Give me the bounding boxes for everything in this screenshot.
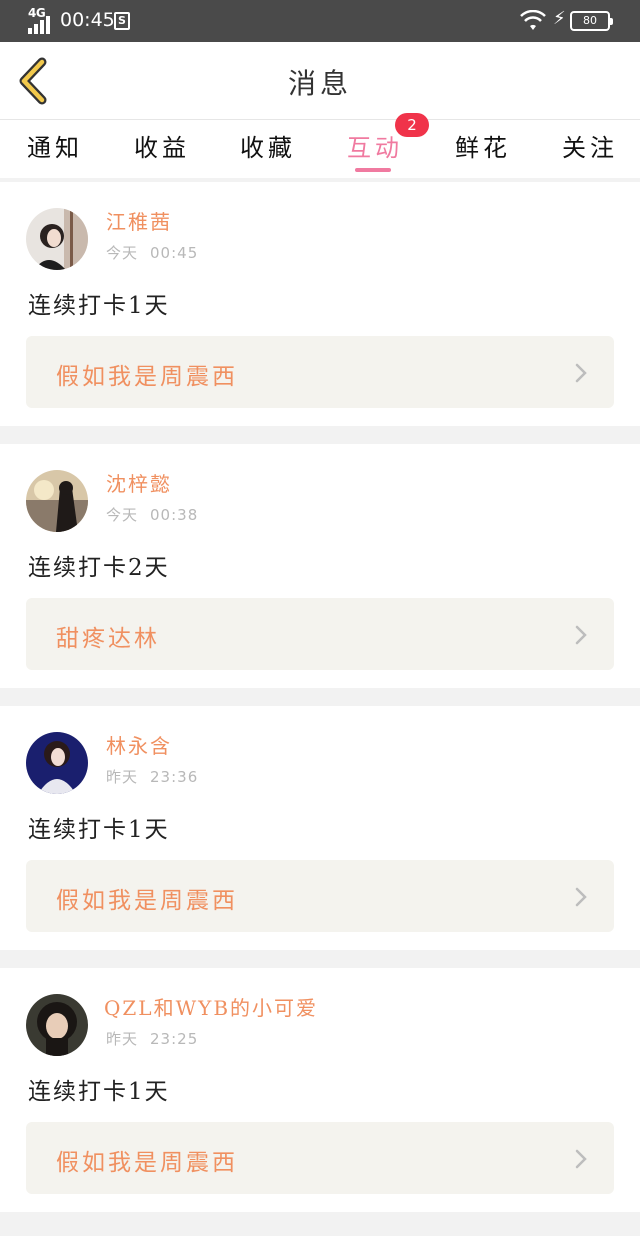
username[interactable]: 江稚茜 [106,206,172,235]
date-label: 今天 [106,506,139,524]
linked-work-title: 甜疼达林 [56,626,160,652]
timestamp: 今天 00:45 [106,242,210,263]
message-card: 林永含 昨天 23:36 连续打卡1天 假如我是周震西 [0,706,640,950]
tab-notifications[interactable]: 通知 [27,128,83,163]
timestamp: 今天 00:38 [106,504,210,525]
username[interactable]: QZL和WYB的小可爱 [104,992,318,1021]
clock: 00:45 [60,9,115,31]
sim-icon: S [114,12,130,30]
message-text: 连续打卡1天 [28,293,170,319]
linked-work-button[interactable]: 甜疼达林 [26,598,614,670]
battery-icon: 80 [570,11,613,31]
avatar[interactable] [26,994,88,1056]
charging-icon: ⚡ [553,8,566,29]
username[interactable]: 沈梓懿 [106,468,172,497]
nav-bar: 消息 [0,42,640,120]
message-text: 连续打卡2天 [28,555,170,581]
network-type: 4G [28,6,46,20]
tab-following[interactable]: 关注 [562,128,618,163]
message-text: 连续打卡1天 [28,817,170,843]
active-tab-indicator [355,168,391,172]
chevron-right-icon [575,625,587,645]
page-title: 消息 [287,67,352,100]
avatar[interactable] [26,470,88,532]
message-card: 沈梓懿 今天 00:38 连续打卡2天 甜疼达林 [0,444,640,688]
linked-work-button[interactable]: 假如我是周震西 [26,860,614,932]
time-label: 23:36 [150,768,199,786]
timestamp: 昨天 23:25 [106,1028,210,1049]
date-label: 今天 [106,244,139,262]
tab-flowers[interactable]: 鲜花 [455,128,511,163]
avatar[interactable] [26,208,88,270]
linked-work-title: 假如我是周震西 [56,1150,238,1176]
tab-badge: 2 [395,113,429,137]
message-text: 连续打卡1天 [28,1079,170,1105]
linked-work-button[interactable]: 假如我是周震西 [26,336,614,408]
avatar[interactable] [26,732,88,794]
signal-icon: 4G [28,6,54,34]
tab-favorites[interactable]: 收藏 [240,128,296,163]
time-label: 00:38 [150,506,199,524]
status-bar: 4G 00:45 S ⚡ 80 [0,0,640,42]
chevron-right-icon [575,363,587,383]
tab-earnings[interactable]: 收益 [134,128,190,163]
linked-work-button[interactable]: 假如我是周震西 [26,1122,614,1194]
date-label: 昨天 [106,1030,139,1048]
linked-work-title: 假如我是周震西 [56,364,238,390]
wifi-icon [520,10,546,30]
time-label: 23:25 [150,1030,199,1048]
time-label: 00:45 [150,244,199,262]
message-card: QZL和WYB的小可爱 昨天 23:25 连续打卡1天 假如我是周震西 [0,968,640,1212]
date-label: 昨天 [106,768,139,786]
tab-interactions[interactable]: 互动 [347,128,403,163]
linked-work-title: 假如我是周震西 [56,888,238,914]
message-card: 江稚茜 今天 00:45 连续打卡1天 假如我是周震西 [0,182,640,426]
timestamp: 昨天 23:36 [106,766,210,787]
chevron-right-icon [575,1149,587,1169]
username[interactable]: 林永含 [106,730,172,759]
tab-bar: 通知 收益 收藏 互动 鲜花 关注 [0,120,640,178]
chevron-right-icon [575,887,587,907]
